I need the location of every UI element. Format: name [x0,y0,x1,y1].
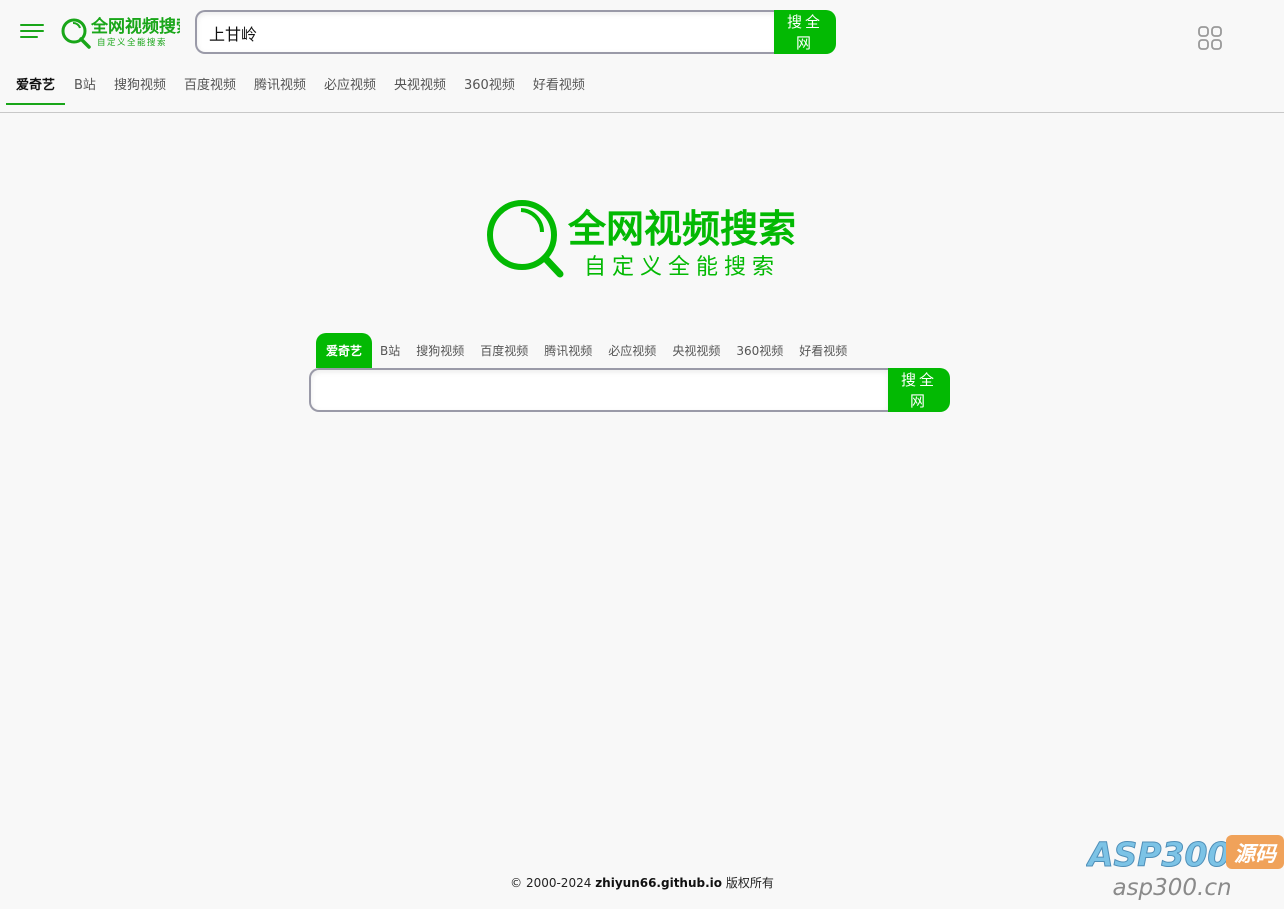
logo-small-subtitle: 自定义全能搜索 [97,37,167,48]
footer-site-link[interactable]: zhiyun66.github.io [595,876,722,890]
top-tab-baidu[interactable]: 百度视频 [175,70,245,105]
main-search-bar: 搜全网 [309,368,950,412]
top-tab-360[interactable]: 360视频 [455,70,524,105]
logo-large-title: 全网视频搜索 [567,207,796,251]
top-tab-iqiyi[interactable]: 爱奇艺 [6,70,66,105]
top-tab-bing[interactable]: 必应视频 [315,70,385,105]
top-engine-tabs: 爱奇艺 B站 搜狗视频 百度视频 腾讯视频 必应视频 央视视频 360视频 好看… [6,70,594,107]
menu-icon[interactable] [20,22,44,40]
main-tab-cctv[interactable]: 央视视频 [664,333,728,368]
main-tab-sogou[interactable]: 搜狗视频 [408,333,472,368]
main-tab-tencent[interactable]: 腾讯视频 [536,333,600,368]
footer-copyright: © 2000-2024 [510,876,592,890]
main-tab-haokan[interactable]: 好看视频 [791,333,855,368]
top-tab-cctv[interactable]: 央视视频 [385,70,455,105]
main-search-box [309,368,888,412]
watermark-domain: asp300.cn [1112,875,1231,901]
top-tab-haokan[interactable]: 好看视频 [524,70,594,105]
top-tab-tencent[interactable]: 腾讯视频 [245,70,315,105]
main-tab-baidu[interactable]: 百度视频 [472,333,536,368]
main-tab-bilibili[interactable]: B站 [372,333,408,368]
top-search-box [195,10,776,54]
watermark-logo: ASP300 源码 asp300.cn [1086,835,1284,901]
main-tab-360[interactable]: 360视频 [728,333,791,368]
logo-large-subtitle: 自定义全能搜索 [584,255,780,280]
logo-small-title: 全网视频搜索 [90,16,180,37]
main-engine-tabs: 爱奇艺 B站 搜狗视频 百度视频 腾讯视频 必应视频 央视视频 360视频 好看… [316,333,855,368]
watermark-brand: ASP300 [1086,835,1230,874]
apps-grid-icon[interactable] [1197,25,1223,51]
main-tab-bing[interactable]: 必应视频 [600,333,664,368]
top-tab-bilibili[interactable]: B站 [65,70,105,105]
site-logo-small[interactable]: 全网视频搜索 自定义全能搜索 [60,14,180,50]
footer-rights: 版权所有 [725,876,774,890]
main-tab-iqiyi[interactable]: 爱奇艺 [316,333,373,368]
top-search-bar: 搜全网 [195,10,836,54]
top-search-input[interactable] [207,12,771,54]
top-search-button[interactable]: 搜全网 [774,10,836,54]
watermark-tag: 源码 [1234,842,1278,866]
top-tab-sogou[interactable]: 搜狗视频 [105,70,175,105]
top-header: 全网视频搜索 自定义全能搜索 搜全网 爱奇艺 B站 搜狗视频 百度视频 腾讯视频… [0,0,1284,113]
main-search-button[interactable]: 搜全网 [888,368,950,412]
site-logo-large: 全网视频搜索 自定义全能搜索 [487,200,796,280]
main-search-input[interactable] [321,370,880,412]
